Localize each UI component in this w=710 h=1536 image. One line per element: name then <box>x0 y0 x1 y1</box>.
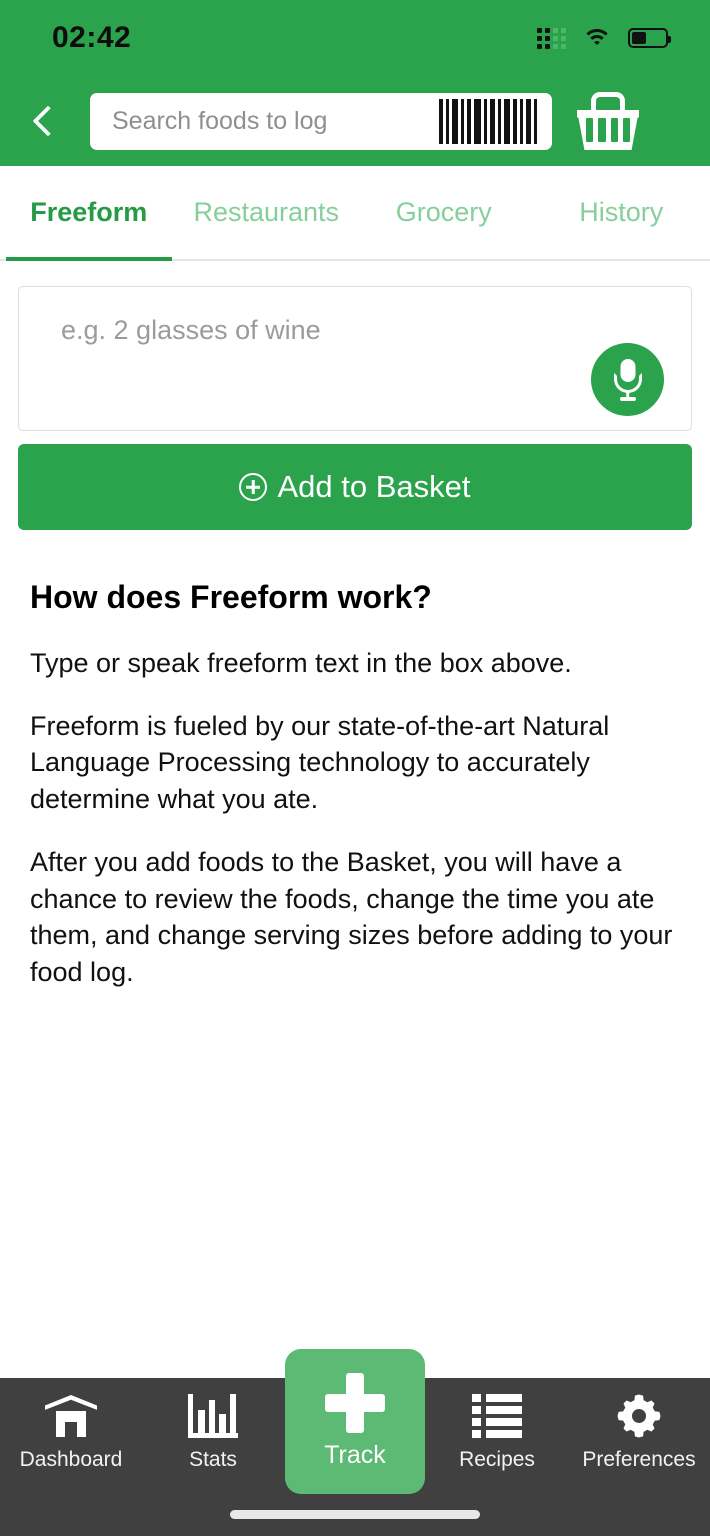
app-header: 02:42 Search foods to log <box>0 0 710 166</box>
basket-button[interactable] <box>558 76 658 166</box>
nav-item-recipes-label: Recipes <box>459 1448 535 1471</box>
tab-freeform[interactable]: Freeform <box>0 165 178 262</box>
home-indicator <box>230 1510 480 1519</box>
home-icon <box>45 1395 97 1437</box>
nav-item-dashboard-label: Dashboard <box>19 1448 123 1471</box>
list-icon <box>472 1394 522 1438</box>
cellular-signal-icon <box>537 27 566 49</box>
barcode-scan-icon[interactable] <box>439 93 552 150</box>
tab-history-label: History <box>579 197 664 227</box>
tab-restaurants-label: Restaurants <box>193 197 340 227</box>
microphone-icon <box>611 358 645 401</box>
nav-item-preferences-label: Preferences <box>582 1448 696 1471</box>
help-section: How does Freeform work? Type or speak fr… <box>30 579 680 1017</box>
nav-item-track-label: Track <box>324 1441 386 1469</box>
wifi-icon <box>582 27 612 49</box>
tab-freeform-label: Freeform <box>30 197 148 227</box>
main-content: e.g. 2 glasses of wine Add to Basket How… <box>0 261 710 1378</box>
nav-item-dashboard[interactable]: Dashboard <box>0 1378 142 1496</box>
bottom-navigation: Dashboard Stats Recipes Preferences Trac… <box>0 1349 710 1536</box>
help-paragraph-3: After you add foods to the Basket, you w… <box>30 846 673 988</box>
shopping-basket-icon <box>577 92 639 150</box>
nav-item-stats-label: Stats <box>189 1448 237 1471</box>
freeform-textarea[interactable]: e.g. 2 glasses of wine <box>18 286 692 431</box>
header-nav-row: Search foods to log <box>0 76 710 166</box>
bar-chart-icon <box>188 1394 238 1438</box>
help-paragraph-1: Type or speak freeform text in the box a… <box>30 648 572 678</box>
nav-item-recipes[interactable]: Recipes <box>426 1378 568 1496</box>
nav-item-stats[interactable]: Stats <box>142 1378 284 1496</box>
tab-grocery-label: Grocery <box>395 197 492 227</box>
battery-icon <box>628 28 671 48</box>
tab-restaurants[interactable]: Restaurants <box>178 165 356 260</box>
add-to-basket-label: Add to Basket <box>277 469 471 504</box>
back-chevron-icon <box>32 105 64 137</box>
plus-icon <box>325 1373 385 1433</box>
add-to-basket-button[interactable]: Add to Basket <box>18 444 692 530</box>
app-screen: 02:42 Search foods to log Freeform Resta… <box>0 0 710 1536</box>
search-input[interactable]: Search foods to log <box>90 107 439 136</box>
status-bar: 02:42 <box>0 0 710 76</box>
help-paragraph-2: Freeform is fueled by our state-of-the-a… <box>30 710 610 815</box>
freeform-placeholder: e.g. 2 glasses of wine <box>61 315 321 345</box>
plus-circle-icon <box>239 473 268 501</box>
status-bar-icons <box>537 27 671 49</box>
tab-grocery[interactable]: Grocery <box>355 165 533 260</box>
voice-input-button[interactable] <box>591 343 664 416</box>
category-tabs: Freeform Restaurants Grocery History <box>0 165 710 262</box>
nav-item-preferences[interactable]: Preferences <box>568 1378 710 1496</box>
tab-history[interactable]: History <box>533 165 710 260</box>
gear-icon <box>615 1392 663 1440</box>
search-bar[interactable]: Search foods to log <box>90 92 552 150</box>
status-bar-clock: 02:42 <box>52 21 132 54</box>
help-heading: How does Freeform work? <box>30 579 432 615</box>
nav-item-track[interactable]: Track <box>285 1349 425 1494</box>
back-button[interactable] <box>0 76 90 166</box>
